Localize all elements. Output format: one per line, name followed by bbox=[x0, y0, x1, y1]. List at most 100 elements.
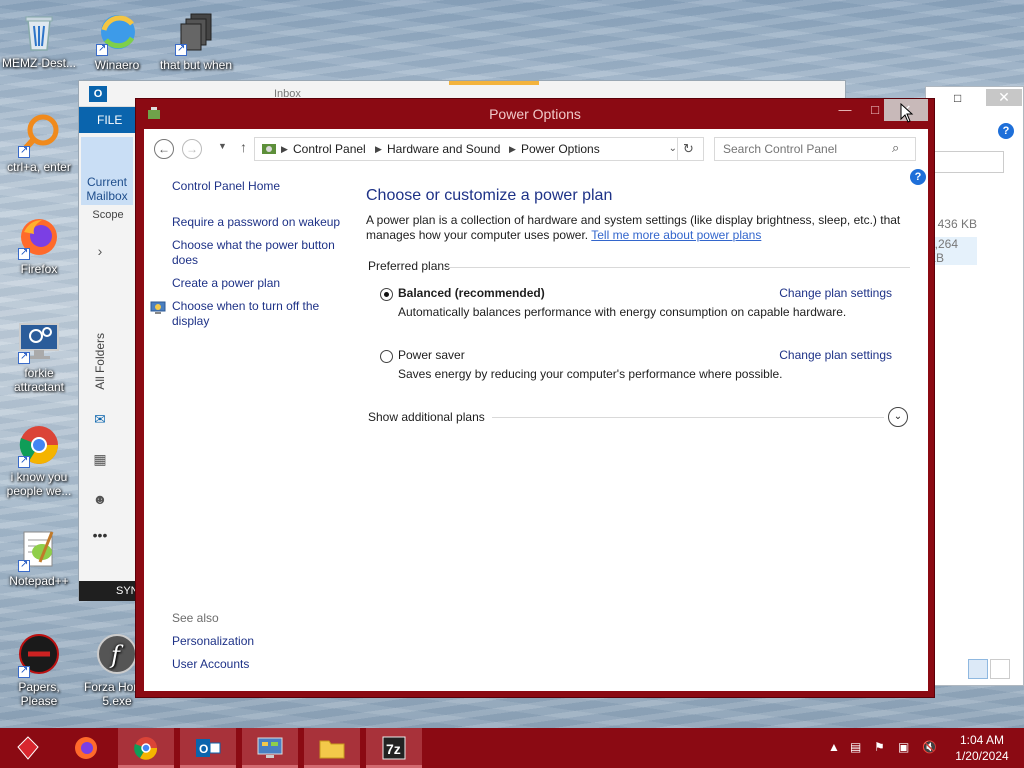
maximize-icon[interactable]: □ bbox=[954, 91, 961, 105]
breadcrumb-hardware-and-sound[interactable]: Hardware and Sound bbox=[387, 138, 500, 160]
chevron-down-icon[interactable]: ⌄ bbox=[888, 407, 908, 427]
current-mailbox-button[interactable]: Current Mailbox bbox=[81, 137, 133, 205]
taskbar-control-panel[interactable] bbox=[242, 728, 298, 768]
back-button[interactable]: ← bbox=[154, 139, 174, 159]
monitor-gear-icon bbox=[16, 318, 62, 364]
breadcrumb-control-panel[interactable]: Control Panel bbox=[293, 138, 366, 160]
network-icon[interactable]: ▤ bbox=[850, 740, 861, 754]
sidebar-require-password[interactable]: Require a password on wakeup bbox=[172, 215, 352, 230]
taskbar-7zip[interactable]: 7z bbox=[366, 728, 422, 768]
change-plan-settings-link[interactable]: Change plan settings bbox=[779, 286, 892, 300]
sidebar-turn-off-display[interactable]: Choose when to turn off the display bbox=[172, 299, 352, 329]
breadcrumb[interactable]: ▶ Control Panel ▶ Hardware and Sound ▶ P… bbox=[254, 137, 704, 161]
show-additional-plans-label[interactable]: Show additional plans bbox=[368, 410, 491, 424]
svg-text:7z: 7z bbox=[386, 741, 401, 757]
desktop-icon-forkie[interactable]: forkie attractant bbox=[0, 318, 78, 394]
help-icon[interactable]: ? bbox=[998, 123, 1014, 139]
divider bbox=[492, 417, 884, 418]
see-also-personalization[interactable]: Personalization bbox=[172, 634, 254, 648]
forward-arrow-icon: → bbox=[186, 142, 198, 156]
clock[interactable]: 1:04 AM 1/20/2024 bbox=[946, 732, 1018, 764]
window-title: Power Options bbox=[489, 106, 581, 122]
mail-icon[interactable]: ✉ bbox=[91, 411, 109, 427]
desktop-icon-firefox[interactable]: Firefox bbox=[0, 214, 78, 276]
explorer-window[interactable]: □ ✕ ? 436 KB 9,264 KB bbox=[925, 86, 1024, 686]
desktop-icon-papers-please[interactable]: Papers, Please bbox=[0, 632, 78, 708]
breadcrumb-separator[interactable]: ▶ bbox=[375, 138, 382, 160]
desktop-icon-label: i know you people we... bbox=[6, 470, 72, 498]
shortcut-arrow-icon bbox=[18, 144, 30, 158]
tiles-view-icon[interactable] bbox=[990, 659, 1010, 679]
plan-name[interactable]: Power saver bbox=[398, 348, 465, 362]
taskbar-firefox[interactable] bbox=[58, 728, 114, 768]
more-icon[interactable]: ••• bbox=[91, 527, 109, 543]
address-bar: ← → ▼ ↑ ▶ Control Panel ▶ Hardware and S… bbox=[154, 137, 924, 161]
plan-power-saver[interactable]: Power saver Saves energy by reducing you… bbox=[366, 347, 914, 399]
7zip-icon: 7z bbox=[382, 736, 406, 760]
power-options-window[interactable]: Power Options — □ ✕ ← → ▼ ↑ ▶ Control Pa… bbox=[135, 98, 935, 698]
plan-balanced-radio[interactable] bbox=[380, 288, 393, 301]
search-input[interactable] bbox=[714, 137, 916, 161]
breadcrumb-separator[interactable]: ▶ bbox=[509, 138, 516, 160]
outlook-status-bar: SYN bbox=[79, 581, 139, 601]
sidebar-create-plan[interactable]: Create a power plan bbox=[172, 276, 352, 291]
minimize-button[interactable]: — bbox=[830, 99, 860, 121]
search-icon[interactable]: ⌕ bbox=[892, 140, 899, 156]
desktop-icon-notepadpp[interactable]: Notepad++ bbox=[0, 526, 78, 588]
breadcrumb-power-options[interactable]: Power Options bbox=[521, 138, 600, 160]
taskbar-file-explorer[interactable] bbox=[304, 728, 360, 768]
folder-icon bbox=[319, 740, 345, 759]
volume-muted-icon[interactable]: 🔇 bbox=[922, 740, 937, 754]
taskbar-chrome[interactable] bbox=[118, 728, 174, 768]
monitor-icon[interactable]: ▣ bbox=[898, 740, 909, 754]
explorer-titlebar[interactable]: □ ✕ bbox=[926, 87, 1023, 115]
up-button[interactable]: ↑ bbox=[240, 139, 247, 155]
plan-name[interactable]: Balanced (recommended) bbox=[398, 286, 545, 300]
desktop-icon-label: Papers, Please bbox=[18, 680, 60, 708]
magnifier-icon bbox=[16, 112, 62, 158]
desktop-icon-label: Notepad++ bbox=[9, 574, 69, 588]
people-icon[interactable]: ☻ bbox=[91, 491, 109, 507]
breadcrumb-separator[interactable]: ▶ bbox=[281, 138, 288, 160]
help-icon[interactable]: ? bbox=[910, 169, 926, 185]
explorer-search-input[interactable] bbox=[934, 151, 1004, 173]
flag-icon[interactable]: ⚑ bbox=[874, 740, 885, 754]
chrome-icon bbox=[134, 737, 158, 760]
desktop-icon-that-but-when[interactable]: that but when bbox=[157, 10, 235, 72]
desktop-icon-winaero[interactable]: Winaero bbox=[78, 10, 156, 72]
recent-locations-dropdown[interactable]: ▼ bbox=[218, 141, 227, 151]
details-view-icon[interactable] bbox=[968, 659, 988, 679]
divider bbox=[446, 267, 910, 268]
show-hidden-icons-icon[interactable]: ▲ bbox=[828, 740, 840, 754]
forward-button[interactable]: → bbox=[182, 139, 202, 159]
taskbar: O 7z ▲ ▤ ⚑ ▣ 🔇 1:04 AM 1/20/2024 bbox=[0, 728, 1024, 768]
expand-chevron-icon[interactable]: › bbox=[91, 243, 109, 259]
start-button[interactable] bbox=[0, 728, 56, 768]
plan-power-saver-radio[interactable] bbox=[380, 350, 393, 363]
outlook-file-tab[interactable]: FILE bbox=[79, 107, 137, 133]
desktop-icon-label: MEMZ-Dest... bbox=[2, 56, 76, 70]
stacked-windows-icon bbox=[173, 10, 219, 56]
tell-me-more-link[interactable]: Tell me more about power plans bbox=[591, 228, 761, 242]
change-plan-settings-link[interactable]: Change plan settings bbox=[779, 348, 892, 362]
plan-balanced[interactable]: Balanced (recommended) Automatically bal… bbox=[366, 285, 914, 337]
desktop-icon-recycle-bin[interactable]: MEMZ-Dest... bbox=[0, 8, 78, 70]
desktop-icon-ctrl-a-enter[interactable]: ctrl+a, enter bbox=[0, 112, 78, 174]
see-also-user-accounts[interactable]: User Accounts bbox=[172, 657, 249, 671]
taskbar-outlook[interactable]: O bbox=[180, 728, 236, 768]
shortcut-arrow-icon bbox=[18, 246, 30, 260]
sidebar-display-off-item[interactable]: Choose when to turn off the display bbox=[150, 299, 352, 329]
close-icon[interactable]: ✕ bbox=[986, 89, 1022, 106]
calendar-icon[interactable]: ▦ bbox=[91, 451, 109, 467]
sidebar-control-panel-home[interactable]: Control Panel Home bbox=[172, 179, 352, 194]
desktop-icon-chrome[interactable]: i know you people we... bbox=[0, 422, 78, 498]
show-additional-plans[interactable]: Show additional plans ⌄ bbox=[366, 407, 914, 429]
desktop-icon-label: Firefox bbox=[20, 262, 58, 276]
all-folders-label[interactable]: All Folders bbox=[93, 333, 107, 390]
sidebar-power-button[interactable]: Choose what the power button does bbox=[172, 238, 352, 268]
address-dropdown-icon[interactable]: ⌄ bbox=[669, 138, 677, 160]
display-settings-icon bbox=[150, 301, 166, 314]
refresh-icon[interactable]: ↻ bbox=[677, 138, 699, 160]
power-options-icon bbox=[148, 107, 160, 119]
flash-icon: f bbox=[94, 632, 140, 678]
